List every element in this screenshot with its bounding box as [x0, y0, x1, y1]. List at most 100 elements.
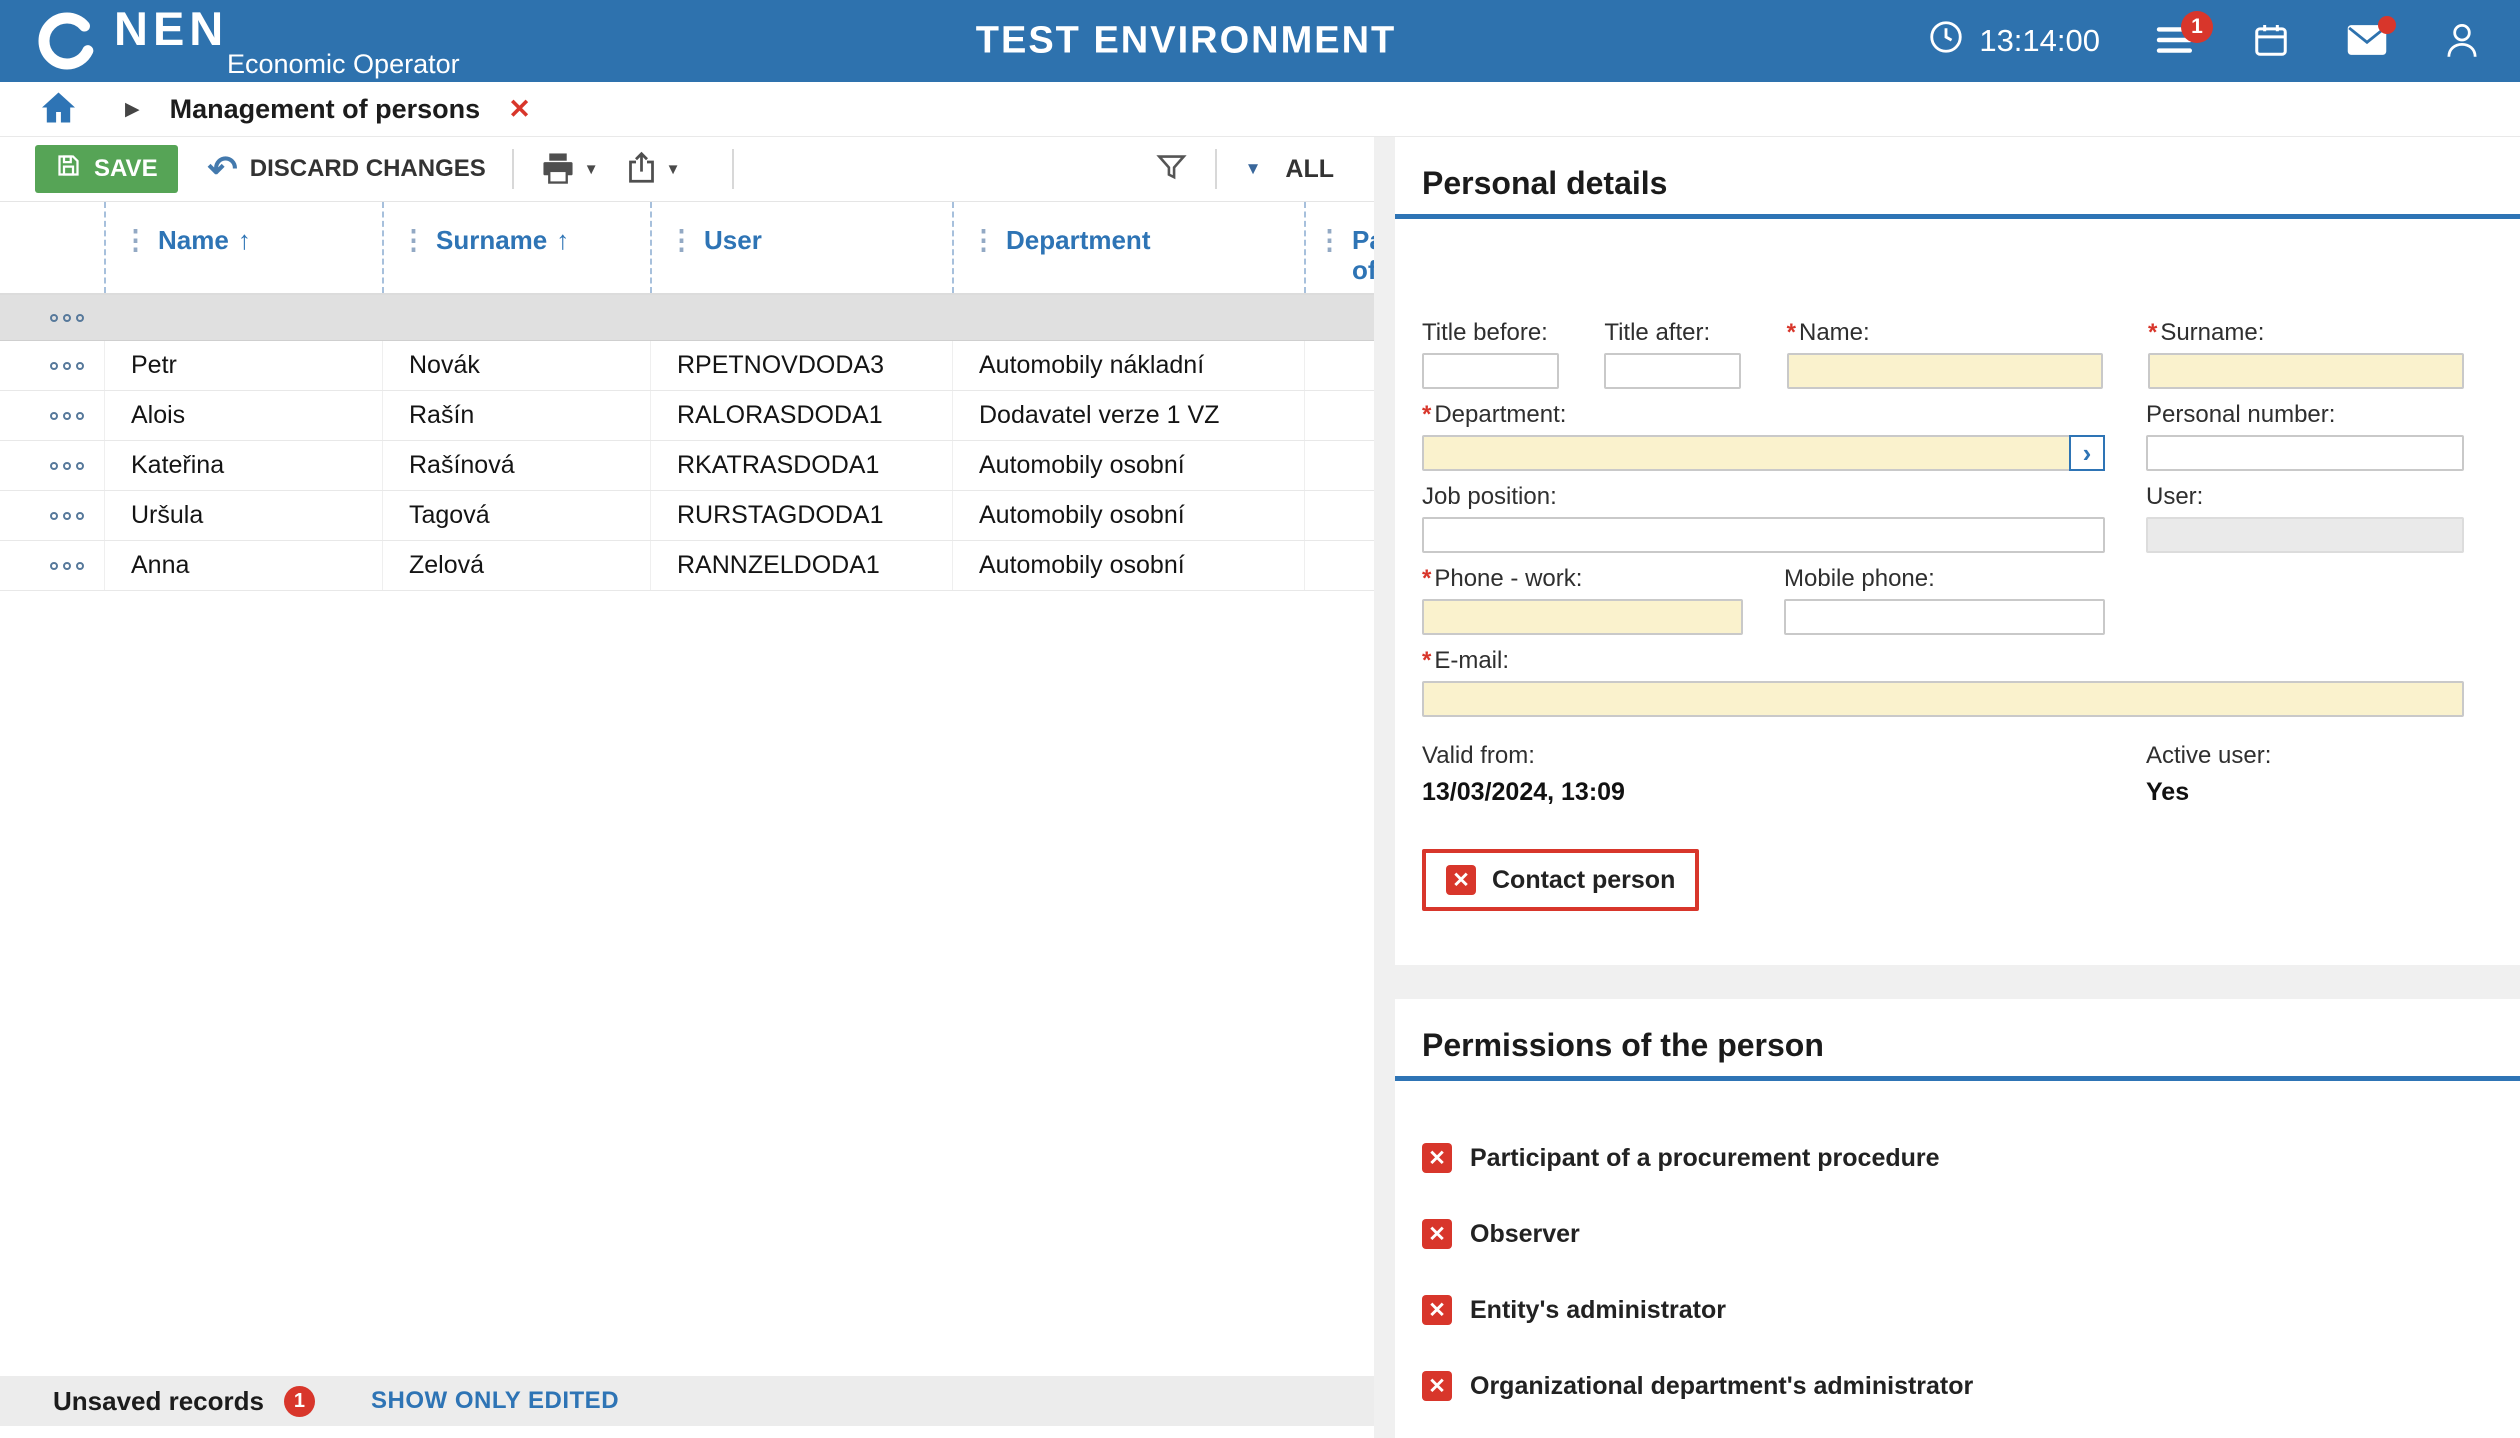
required-marker: * [1422, 647, 1431, 674]
row-menu-icon[interactable] [50, 462, 84, 470]
row-menu-icon[interactable] [50, 412, 84, 420]
surname-input[interactable] [2148, 353, 2464, 389]
job-position-input[interactable] [1422, 517, 2105, 553]
table-row[interactable]: Kateřina Rašínová RKATRASDODA1 Automobil… [0, 441, 1374, 491]
row-menu-icon[interactable] [50, 362, 84, 370]
field-label: *Department: [1422, 401, 2105, 429]
filter-row[interactable] [0, 295, 1374, 341]
toolbar-divider [512, 149, 514, 189]
section-underline [1395, 1076, 2520, 1081]
checkbox-crossed-icon[interactable]: ✕ [1446, 865, 1476, 895]
field-label: Personal number: [2146, 401, 2464, 429]
column-label: Name [158, 226, 229, 256]
chevron-down-icon[interactable]: ▼ [666, 161, 681, 178]
cell-name: Uršula [104, 491, 382, 540]
export-button[interactable]: ▼ [625, 151, 681, 187]
row-menu-cell [0, 491, 104, 540]
filter-all-button[interactable]: ALL [1285, 155, 1334, 184]
column-menu-icon[interactable]: ⋮ [1316, 226, 1343, 254]
toolbar-divider [1215, 149, 1217, 189]
column-header-user[interactable]: ⋮ User [650, 202, 952, 293]
mobile-phone-input[interactable] [1784, 599, 2105, 635]
unsaved-count-badge: 1 [284, 1386, 315, 1417]
title-after-input[interactable] [1604, 353, 1741, 389]
cell-participant [1304, 341, 1374, 390]
cell-participant [1304, 391, 1374, 440]
name-input[interactable] [1787, 353, 2103, 389]
column-label: Pa of [1352, 226, 1374, 286]
chevron-down-icon[interactable]: ▼ [584, 161, 599, 178]
title-before-input[interactable] [1422, 353, 1559, 389]
show-only-edited-link[interactable]: SHOW ONLY EDITED [371, 1387, 619, 1415]
valid-from-label: Valid from: [1422, 742, 1625, 770]
person-icon [2444, 21, 2480, 62]
user-profile-button[interactable] [2444, 21, 2480, 62]
discard-changes-button[interactable]: ↶ DISCARD CHANGES [208, 151, 486, 187]
permissions-card: Permissions of the person ✕ Participant … [1395, 999, 2520, 1438]
table-row[interactable]: Petr Novák RPETNOVDODA3 Automobily nákla… [0, 341, 1374, 391]
row-menu-icon[interactable] [50, 314, 84, 322]
column-header-participant[interactable]: ⋮ Pa of [1304, 202, 1374, 293]
column-header-name[interactable]: ⋮ Name ↑ [104, 202, 382, 293]
personal-details-form: Title before: Title after: *Name: *Surna… [1422, 319, 2464, 911]
department-lookup-button[interactable]: › [2069, 435, 2105, 471]
table-row[interactable]: Uršula Tagová RURSTAGDODA1 Automobily os… [0, 491, 1374, 541]
checkbox-crossed-icon[interactable]: ✕ [1422, 1295, 1452, 1325]
row-menu-icon[interactable] [50, 562, 84, 570]
funnel-icon [1156, 152, 1187, 186]
cell-name: Anna [104, 541, 382, 590]
filter-dropdown-icon[interactable]: ▼ [1245, 159, 1262, 179]
checkbox-crossed-icon[interactable]: ✕ [1422, 1371, 1452, 1401]
filter-button[interactable] [1156, 152, 1187, 186]
row-menu-cell [0, 441, 104, 490]
cell-participant [1304, 491, 1374, 540]
save-button[interactable]: SAVE [35, 145, 178, 193]
field-label: *Phone - work: [1422, 565, 1743, 593]
permission-item: ✕ Participant of a procurement procedure [1422, 1143, 2464, 1173]
active-user-value: Yes [2146, 778, 2464, 807]
checkbox-crossed-icon[interactable]: ✕ [1422, 1143, 1452, 1173]
personal-number-input[interactable] [2146, 435, 2464, 471]
print-button[interactable]: ▼ [540, 152, 599, 187]
unsaved-records-label: Unsaved records [53, 1386, 264, 1417]
cell-surname: Rašínová [382, 441, 650, 490]
clock-icon [1927, 18, 1965, 64]
row-menu-icon[interactable] [50, 512, 84, 520]
cell-department: Automobily nákladní [952, 341, 1304, 390]
email-input[interactable] [1422, 681, 2464, 717]
table-header-row: ⋮ Name ↑ ⋮ Surname ↑ ⋮ User ⋮ Department [0, 202, 1374, 295]
printer-icon [540, 152, 576, 187]
field-label: User: [2146, 483, 2464, 511]
calendar-button[interactable] [2252, 21, 2290, 62]
column-menu-icon[interactable]: ⋮ [122, 226, 149, 254]
current-time: 13:14:00 [1979, 23, 2100, 59]
column-header-department[interactable]: ⋮ Department [952, 202, 1304, 293]
field-label: Title after: [1604, 319, 1741, 347]
filter-controls: ▼ ALL [1156, 149, 1334, 189]
row-menu-cell [0, 341, 104, 390]
mail-button[interactable] [2346, 23, 2388, 60]
field-valid-from: Valid from: 13/03/2024, 13:09 [1422, 742, 1625, 807]
column-label: User [704, 226, 762, 256]
column-menu-icon[interactable]: ⋮ [400, 226, 427, 254]
phone-work-input[interactable] [1422, 599, 1743, 635]
permissions-list: ✕ Participant of a procurement procedure… [1422, 1143, 2464, 1401]
cell-department: Automobily osobní [952, 441, 1304, 490]
menu-button[interactable]: 1 [2156, 24, 2196, 59]
table-row[interactable]: Alois Rašín RALORASDODA1 Dodavatel verze… [0, 391, 1374, 441]
personal-details-card: Personal details Title before: Title aft… [1395, 137, 2520, 965]
column-menu-icon[interactable]: ⋮ [668, 226, 695, 254]
checkbox-crossed-icon[interactable]: ✕ [1422, 1219, 1452, 1249]
filter-row-cell[interactable] [0, 295, 104, 340]
department-input[interactable] [1422, 435, 2105, 471]
breadcrumb-expand-icon[interactable]: ▶ [125, 98, 140, 121]
cell-surname: Zelová [382, 541, 650, 590]
nen-logo-icon [36, 10, 98, 72]
column-header-surname[interactable]: ⋮ Surname ↑ [382, 202, 650, 293]
home-button[interactable] [40, 91, 77, 127]
user-input [2146, 517, 2464, 553]
close-tab-icon[interactable]: ✕ [508, 94, 531, 125]
section-title-permissions: Permissions of the person [1422, 999, 2464, 1064]
column-menu-icon[interactable]: ⋮ [970, 226, 997, 254]
table-row[interactable]: Anna Zelová RANNZELDODA1 Automobily osob… [0, 541, 1374, 591]
